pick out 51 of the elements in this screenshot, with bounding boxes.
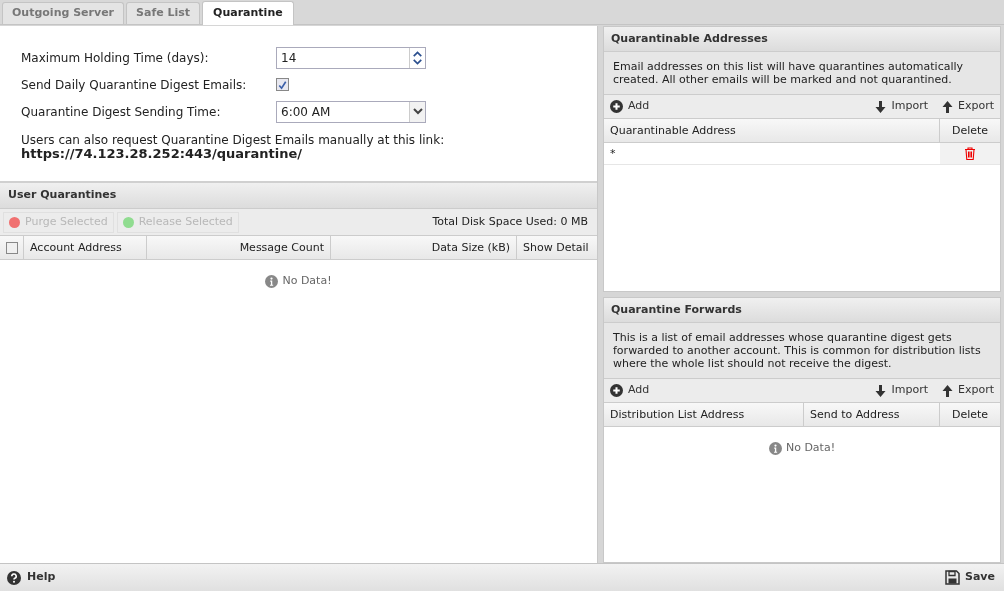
- panel-title: Quarantinable Addresses: [611, 30, 768, 47]
- plus-icon: [610, 384, 623, 397]
- spinner-icon: [409, 47, 425, 68]
- column-header[interactable]: Account Address: [24, 236, 147, 259]
- info-text: Users can also request Quarantine Digest Emails manually at this link:: [21, 133, 446, 147]
- export-button[interactable]: Export: [942, 98, 994, 115]
- add-button[interactable]: Add: [610, 98, 650, 115]
- tab[interactable]: Quarantine: [202, 1, 294, 25]
- arrow-down-icon: [875, 100, 887, 113]
- disk-space-text: Total Disk Space Used: 0 MB: [432, 213, 589, 230]
- panel-description: This is a list of email addresses whose quarantine digest gets forwarded to another account. This is common for distribution lists where the whole list should not receive the digest.: [604, 323, 1000, 379]
- tab[interactable]: Safe List: [126, 2, 201, 24]
- quarantine-link[interactable]: https://74.123.28.252:443/quarantine/: [21, 147, 597, 161]
- column-header[interactable]: Quarantinable Address: [604, 119, 940, 142]
- empty-message: No Data!: [785, 439, 836, 456]
- column-header[interactable]: Send to Address: [804, 403, 940, 426]
- checkbox[interactable]: [276, 78, 289, 91]
- column-header[interactable]: Delete: [940, 403, 1000, 426]
- column-header[interactable]: Distribution List Address: [604, 403, 804, 426]
- time-dropdown[interactable]: 6:00 AM: [276, 100, 426, 123]
- caret-icon: [412, 108, 423, 115]
- import-button[interactable]: Import: [875, 98, 928, 115]
- arrow-up-icon: [942, 100, 953, 113]
- tab[interactable]: Outgoing Server: [2, 2, 125, 24]
- arrow-up-icon: [942, 384, 953, 397]
- checkbox[interactable]: [5, 241, 18, 254]
- field-label: Maximum Holding Time (days):: [21, 49, 210, 67]
- column-header[interactable]: Delete: [940, 119, 1000, 142]
- column-header[interactable]: Data Size (kB): [331, 236, 517, 259]
- save-button[interactable]: Save: [945, 569, 997, 586]
- column-header[interactable]: Message Count: [147, 236, 331, 259]
- info-icon: [768, 441, 782, 455]
- add-button[interactable]: Add: [610, 382, 650, 399]
- panel-title: Quarantine Forwards: [611, 301, 742, 318]
- number-field[interactable]: 14: [276, 46, 426, 69]
- save-icon: [945, 570, 960, 585]
- info-icon: [265, 274, 279, 288]
- field-label: Send Daily Quarantine Digest Emails:: [21, 76, 248, 94]
- import-button[interactable]: Import: [875, 382, 928, 399]
- empty-message: No Data!: [282, 272, 332, 289]
- table-cell-text: *: [609, 146, 617, 162]
- help-icon: [7, 570, 21, 585]
- panel-description: Email addresses on this list will have quarantines automatically created. All other emails will be marked and not quarantined.: [604, 52, 1000, 95]
- export-button[interactable]: Export: [942, 382, 994, 399]
- trash-icon: [964, 147, 976, 160]
- help-button[interactable]: Help: [7, 569, 56, 586]
- plus-icon: [610, 100, 623, 113]
- arrow-down-icon: [875, 384, 887, 397]
- field-label: Quarantine Digest Sending Time:: [21, 103, 222, 121]
- panel-title: User Quarantines: [8, 187, 117, 204]
- column-header[interactable]: Show Detail: [517, 236, 597, 259]
